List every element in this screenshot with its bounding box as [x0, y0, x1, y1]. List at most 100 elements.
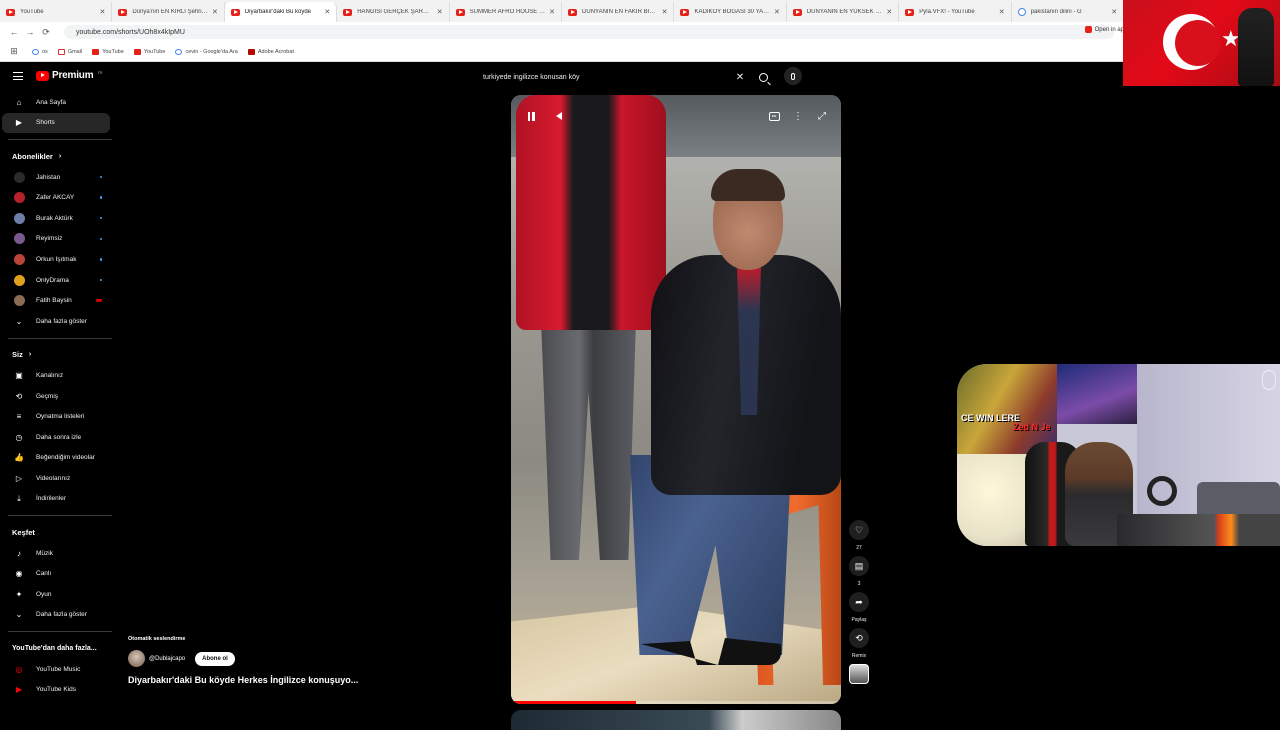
- new-content-dot: [99, 237, 102, 241]
- youtube-premium-logo[interactable]: Premium TR: [36, 70, 103, 81]
- sidebar-item[interactable]: ◉ Canlı: [2, 563, 110, 584]
- subscribe-button[interactable]: Abone ol: [195, 651, 235, 666]
- close-icon[interactable]: ✕: [549, 8, 555, 16]
- google-icon: [32, 48, 39, 55]
- forward-icon[interactable]: →: [22, 27, 38, 37]
- sidebar-item[interactable]: ♪ Müzik: [2, 543, 110, 564]
- more-options-icon[interactable]: ⋮: [791, 109, 805, 123]
- tab-title: Diyarbakır'daki Bu köyde: [244, 9, 311, 15]
- acrobat-icon: [247, 48, 255, 55]
- subscription-label: Zafer AKCAY: [36, 194, 75, 202]
- subscription-item[interactable]: OnlyDrama: [2, 270, 110, 291]
- sidebar-item-label: Oynatma listeleri: [36, 413, 85, 421]
- close-icon[interactable]: ✕: [212, 8, 218, 16]
- menu-icon[interactable]: [13, 72, 23, 80]
- bookmark-item[interactable]: cevin - Google'da Ara: [175, 48, 238, 55]
- browser-tab[interactable]: HANGİSİ GERÇEK ŞARKICI? Ha ✕: [337, 2, 450, 22]
- bookmark-label: YouTube: [143, 48, 166, 55]
- volume-button[interactable]: [552, 109, 566, 123]
- apps-icon[interactable]: ⊞: [6, 46, 22, 57]
- sidebar-item[interactable]: 👍 Beğendiğim videolar: [2, 448, 110, 469]
- sidebar-item[interactable]: ▣ Kanalınız: [2, 365, 110, 386]
- browser-tab[interactable]: Diyarbakır'daki Bu köyde ✕: [224, 2, 338, 22]
- sidebar-item-label: Müzik: [36, 549, 53, 557]
- show-more-subscriptions[interactable]: ⌄ Daha fazla göster: [2, 311, 110, 332]
- pause-icon[interactable]: [524, 109, 538, 123]
- bookmark-item[interactable]: YouTube: [92, 48, 124, 55]
- sidebar-item[interactable]: ✦ Oyun: [2, 584, 110, 605]
- close-icon[interactable]: ✕: [774, 8, 780, 16]
- browser-tab[interactable]: DÜNYANIN EN YÜKSEK OTELİ✕: [787, 2, 900, 22]
- reload-icon[interactable]: ⟳: [38, 27, 54, 38]
- close-icon[interactable]: ✕: [733, 72, 747, 83]
- subscription-item[interactable]: Reyimsiz: [2, 229, 110, 250]
- channel-name[interactable]: @Dublajcapo: [149, 656, 185, 662]
- subscription-item[interactable]: Jahistan: [2, 167, 110, 188]
- show-more-explore[interactable]: ⌄ Daha fazla göster: [2, 605, 110, 626]
- youtube-icon: [905, 8, 915, 16]
- browser-tab[interactable]: YouTube ✕: [0, 2, 113, 22]
- search-button[interactable]: [753, 67, 773, 87]
- sidebar-item[interactable]: ⟲ Geçmiş: [2, 386, 110, 407]
- bookmark-item[interactable]: Gmail: [57, 48, 82, 55]
- sidebar-item[interactable]: ▷ Videolarınız: [2, 468, 110, 489]
- sidebar-item[interactable]: ⤓ İndirilenler: [2, 489, 110, 510]
- you-header[interactable]: Siz ›: [0, 345, 116, 366]
- bookmark-item[interactable]: os: [32, 48, 48, 55]
- voice-search-button[interactable]: [784, 67, 802, 85]
- close-icon[interactable]: ✕: [100, 8, 106, 16]
- browser-tab[interactable]: Pyla.VFX! - YouTube ✕: [899, 2, 1012, 22]
- close-icon[interactable]: ✕: [662, 8, 668, 16]
- sidebar-item[interactable]: ▶ YouTube Kids: [2, 679, 110, 700]
- comments-button[interactable]: ▤ 3: [846, 556, 872, 587]
- back-icon[interactable]: ←: [6, 27, 22, 37]
- subscription-item[interactable]: Orkun Işıtmak: [2, 249, 110, 270]
- sidebar-item[interactable]: ◎ YouTube Music: [2, 659, 110, 680]
- sidebar-item-label: YouTube Kids: [36, 686, 76, 694]
- like-button[interactable]: ♡ 27: [846, 520, 872, 551]
- sidebar-item[interactable]: ≡ Oynatma listeleri: [2, 406, 110, 427]
- remix-button[interactable]: ⟲ Remix: [846, 628, 872, 659]
- fullscreen-icon[interactable]: ⤢: [815, 109, 829, 123]
- sidebar-item[interactable]: ◷ Daha sonra izle: [2, 427, 110, 448]
- subscription-item[interactable]: Fatih Baysin: [2, 290, 110, 311]
- avatar: [14, 295, 25, 307]
- captions-button[interactable]: cc: [767, 109, 781, 123]
- browser-tab[interactable]: SUMMER AFRO HOUSE Sunse✕: [450, 2, 563, 22]
- sidebar-item[interactable]: ⌂ Ana Sayfa: [2, 92, 110, 113]
- bookmark-item[interactable]: YouTube: [133, 48, 166, 55]
- live-indicator: [96, 299, 102, 302]
- close-icon[interactable]: ✕: [437, 8, 443, 16]
- close-icon[interactable]: ✕: [324, 8, 330, 16]
- browser-tab[interactable]: DÜNYANIN EN FAKİR BİT PAZ ✕: [562, 2, 675, 22]
- close-icon[interactable]: ✕: [999, 8, 1005, 16]
- sidebar-item[interactable]: ▶ Shorts: [2, 112, 110, 134]
- next-short-preview[interactable]: [511, 710, 841, 730]
- video-controls: cc ⋮ ⤢: [511, 105, 841, 127]
- subscription-item[interactable]: Burak Aktürk: [2, 208, 110, 229]
- channel-avatar[interactable]: [128, 650, 145, 667]
- tab-title: SUMMER AFRO HOUSE Sunse: [469, 9, 546, 15]
- browser-tab[interactable]: Dünya'nın EN KİRLİ Şehrine Gi ✕: [112, 2, 225, 22]
- url-input[interactable]: youtube.com/shorts/UOh8x4kIpMU: [64, 25, 1114, 39]
- subscription-item[interactable]: Zafer AKCAY: [2, 187, 110, 208]
- share-button[interactable]: ➦ Paylaş: [846, 592, 872, 623]
- tab-title: pakistanın dilini - G: [1030, 9, 1082, 15]
- sound-thumbnail[interactable]: [849, 664, 869, 684]
- browser-tab[interactable]: pakistanın dilini - G ✕: [1012, 2, 1125, 22]
- browser-tab[interactable]: KADIKÖY BOĞASI 30 YAŞINDA ✕: [674, 2, 787, 22]
- close-icon[interactable]: ✕: [886, 8, 892, 16]
- video-frame: [511, 95, 841, 704]
- close-icon[interactable]: ✕: [1111, 8, 1117, 16]
- remix-icon: ⟲: [849, 628, 869, 648]
- open-in-app-button[interactable]: Open in ap: [1084, 26, 1124, 33]
- chevron-right-icon: ›: [58, 152, 62, 160]
- subscriptions-header[interactable]: Abonelikler ›: [0, 146, 116, 167]
- divider: [8, 515, 112, 517]
- short-title[interactable]: Diyarbakır'daki Bu köyde Herkes İngilizc…: [128, 675, 508, 685]
- search-input[interactable]: turkiyede ingilizce konusan köy: [475, 74, 733, 81]
- video-progress-bar[interactable]: [511, 701, 841, 704]
- bookmark-item[interactable]: Adobe Acrobat: [247, 48, 294, 55]
- shorts-video-player[interactable]: cc ⋮ ⤢: [511, 95, 841, 704]
- youtube-kids-icon: ▶: [15, 685, 23, 695]
